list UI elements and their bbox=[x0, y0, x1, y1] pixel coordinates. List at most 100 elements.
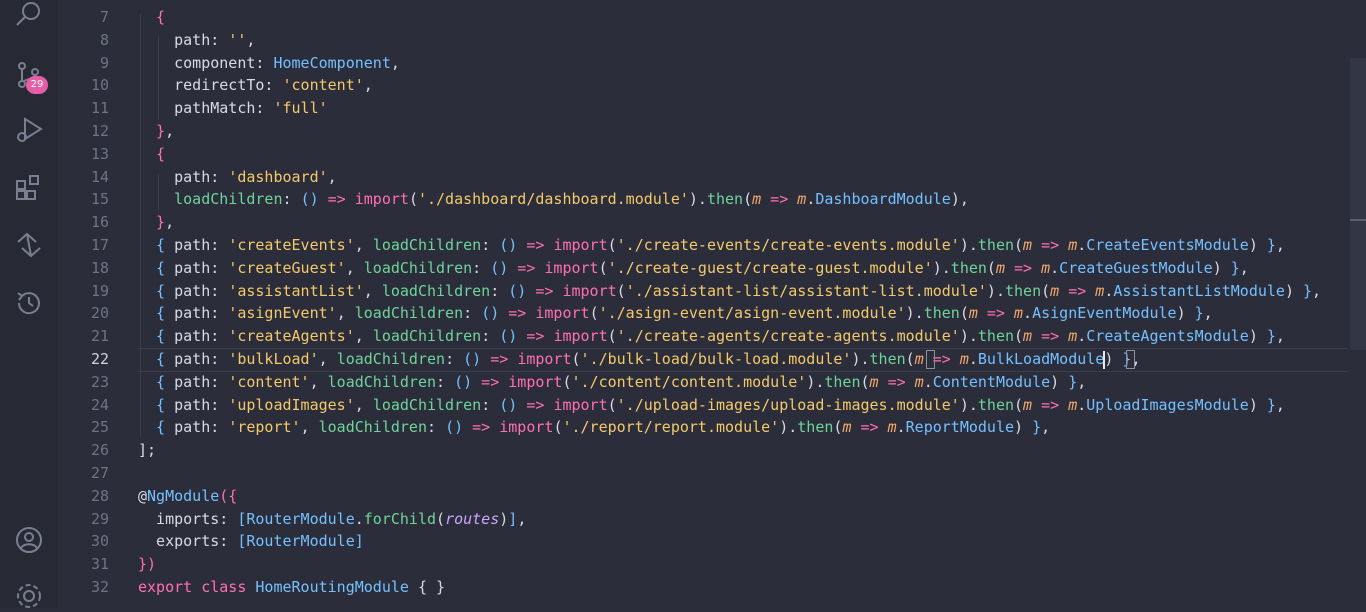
code-token: ContentModule bbox=[932, 372, 1051, 391]
code-token: } bbox=[138, 122, 166, 140]
code-token: ] bbox=[354, 532, 364, 551]
line-number: 26 bbox=[90, 441, 109, 460]
code-token: path: bbox=[174, 236, 229, 254]
code-line[interactable]: path: 'dashboard', bbox=[138, 166, 337, 189]
search-icon[interactable] bbox=[13, 0, 45, 32]
code-token: loadChildren bbox=[381, 281, 491, 300]
code-token: @ bbox=[138, 486, 148, 505]
code-line[interactable]: }) bbox=[138, 553, 156, 576]
code-token: ( bbox=[1014, 236, 1024, 254]
line-number: 20 bbox=[90, 304, 109, 323]
line-number: 28 bbox=[90, 486, 109, 505]
code-line[interactable]: imports: [RouterModule.forChild(routes)]… bbox=[138, 508, 526, 531]
code-token: then bbox=[869, 350, 906, 368]
code-line[interactable]: { path: 'bulkLoad', loadChildren: () => … bbox=[138, 348, 1140, 371]
code-token: { bbox=[138, 372, 175, 391]
code-token: 'uploadImages' bbox=[228, 395, 355, 414]
code-token: , bbox=[1312, 281, 1322, 300]
code-token: ). bbox=[932, 258, 951, 277]
code-token: 'content' bbox=[228, 372, 310, 391]
bracket-match-open bbox=[926, 350, 935, 369]
code-token: ) bbox=[1176, 304, 1195, 323]
code-token: path: bbox=[174, 350, 229, 368]
code-token: => bbox=[1032, 236, 1069, 254]
code-token: then bbox=[706, 190, 744, 209]
code-line[interactable]: component: HomeComponent, bbox=[138, 52, 400, 75]
code-token: ( bbox=[905, 350, 915, 368]
code-token: , bbox=[300, 418, 319, 437]
code-token: ). bbox=[905, 304, 924, 323]
code-line[interactable]: @NgModule({ bbox=[138, 485, 237, 508]
code-token: () bbox=[445, 418, 464, 437]
code-token: . bbox=[1077, 236, 1087, 254]
code-line[interactable]: }, bbox=[138, 211, 174, 234]
code-line[interactable]: }, bbox=[138, 120, 174, 143]
code-token: () bbox=[499, 327, 518, 346]
code-token: 'createGuest' bbox=[228, 258, 346, 277]
code-token: { bbox=[138, 418, 175, 437]
code-token: { bbox=[138, 236, 175, 254]
code-token: , bbox=[354, 395, 373, 414]
code-token: path: bbox=[138, 30, 229, 49]
code-token: } bbox=[1194, 304, 1204, 323]
code-line[interactable]: { path: 'createGuest', loadChildren: () … bbox=[138, 257, 1249, 280]
code-token: , bbox=[1275, 395, 1285, 414]
code-editor[interactable]: 7 8 9 10 11 12 13 14 15 16 17 18 19 20 21 22 23 24 25 26 27 2… bbox=[58, 0, 1366, 608]
code-token: forChild bbox=[363, 509, 437, 528]
account-icon[interactable] bbox=[13, 524, 45, 556]
line-number: 10 bbox=[90, 76, 109, 95]
vertical-scrollbar[interactable] bbox=[1350, 58, 1366, 350]
code-token: => bbox=[517, 236, 554, 254]
code-token: import bbox=[535, 304, 590, 323]
code-token: './report/report.module' bbox=[562, 418, 780, 437]
code-token: , bbox=[165, 213, 175, 232]
run-debug-icon[interactable] bbox=[13, 114, 45, 146]
code-line[interactable]: { bbox=[138, 143, 165, 166]
code-token: import bbox=[553, 236, 608, 254]
code-line[interactable]: redirectTo: 'content', bbox=[138, 74, 373, 97]
code-line[interactable]: { bbox=[138, 6, 165, 29]
code-line[interactable]: { path: 'createAgents', loadChildren: ()… bbox=[138, 325, 1285, 348]
code-line[interactable]: { path: 'content', loadChildren: () => i… bbox=[138, 371, 1086, 394]
code-token: 'createAgents' bbox=[228, 327, 355, 346]
code-token: m bbox=[869, 372, 879, 391]
extensions-icon[interactable] bbox=[13, 172, 45, 204]
code-line[interactable]: path: '', bbox=[138, 29, 255, 52]
code-token: m bbox=[959, 350, 969, 368]
code-line[interactable]: exports: [RouterModule] bbox=[138, 530, 364, 553]
settings-gear-icon[interactable] bbox=[13, 580, 45, 612]
remote-explorer-icon[interactable] bbox=[13, 229, 45, 261]
code-token: ) bbox=[1050, 372, 1069, 391]
line-number: 22 bbox=[90, 350, 109, 368]
code-line[interactable]: { path: 'asignEvent', loadChildren: () =… bbox=[138, 302, 1213, 325]
code-token: m bbox=[797, 190, 807, 209]
code-token: ( bbox=[607, 327, 617, 346]
code-token: () bbox=[481, 304, 500, 323]
code-line[interactable]: pathMatch: 'full' bbox=[138, 97, 328, 120]
code-line[interactable]: loadChildren: () => import('./dashboard/… bbox=[138, 188, 969, 211]
code-line[interactable]: { path: 'createEvents', loadChildren: ()… bbox=[138, 234, 1285, 257]
code-token: . bbox=[1050, 258, 1060, 277]
code-token: => bbox=[1032, 395, 1069, 414]
code-token: , bbox=[517, 509, 527, 528]
code-token: => bbox=[517, 327, 554, 346]
code-line[interactable]: { path: 'uploadImages', loadChildren: ()… bbox=[138, 394, 1285, 417]
code-line[interactable]: export class HomeRoutingModule { } bbox=[138, 576, 445, 599]
code-token: m bbox=[1023, 236, 1033, 254]
code-token: 'createEvents' bbox=[228, 236, 355, 254]
line-number: 13 bbox=[90, 144, 109, 163]
code-line[interactable]: { path: 'report', loadChildren: () => im… bbox=[138, 416, 1050, 439]
code-line[interactable]: ]; bbox=[138, 439, 156, 462]
code-token: then bbox=[1004, 281, 1042, 300]
source-control-badge: 29 bbox=[26, 76, 48, 94]
code-token: './upload-images/upload-images.module' bbox=[616, 395, 960, 414]
code-token: . bbox=[896, 418, 906, 437]
code-token: ) bbox=[1014, 418, 1033, 437]
code-token: } bbox=[138, 213, 166, 232]
code-token: ). bbox=[851, 350, 870, 368]
code-token: then bbox=[977, 395, 1015, 414]
code-token: m bbox=[968, 304, 978, 323]
timeline-icon[interactable] bbox=[13, 287, 45, 319]
code-line[interactable]: { path: 'assistantList', loadChildren: (… bbox=[138, 280, 1321, 303]
